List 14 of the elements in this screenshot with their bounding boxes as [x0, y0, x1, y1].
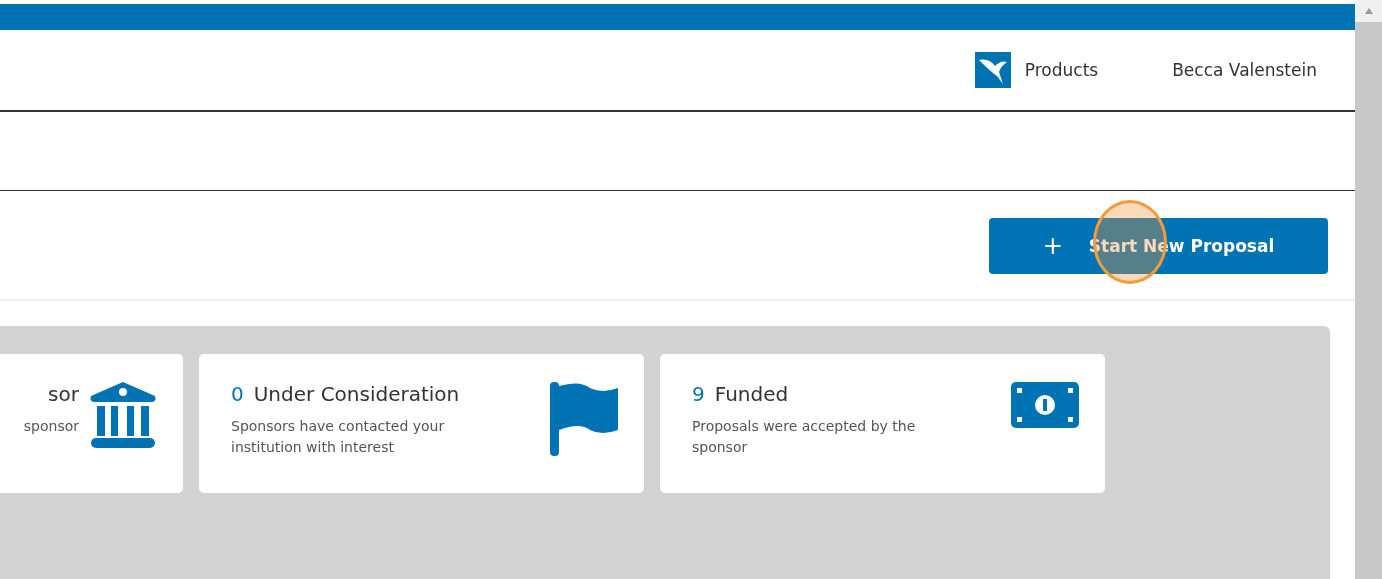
bird-logo-icon	[974, 52, 1011, 88]
card-description: Proposals were accepted by the sponsor	[692, 417, 917, 457]
scroll-up-icon[interactable]	[1364, 8, 1373, 14]
scrollbar[interactable]	[1355, 0, 1382, 579]
products-link[interactable]: Products	[1024, 60, 1099, 80]
money-icon	[1011, 382, 1079, 428]
card-title: 9 Funded	[692, 382, 790, 406]
flag-icon	[550, 382, 618, 456]
card-title: sor	[48, 382, 79, 406]
card-description: Sponsors have contacted your institution with interest	[231, 417, 446, 457]
card-title: 0 Under Consideration	[231, 382, 461, 406]
card-description: sponsor	[23, 417, 79, 436]
bank-icon	[89, 382, 157, 448]
user-name[interactable]: Becca Valenstein	[1172, 60, 1317, 80]
